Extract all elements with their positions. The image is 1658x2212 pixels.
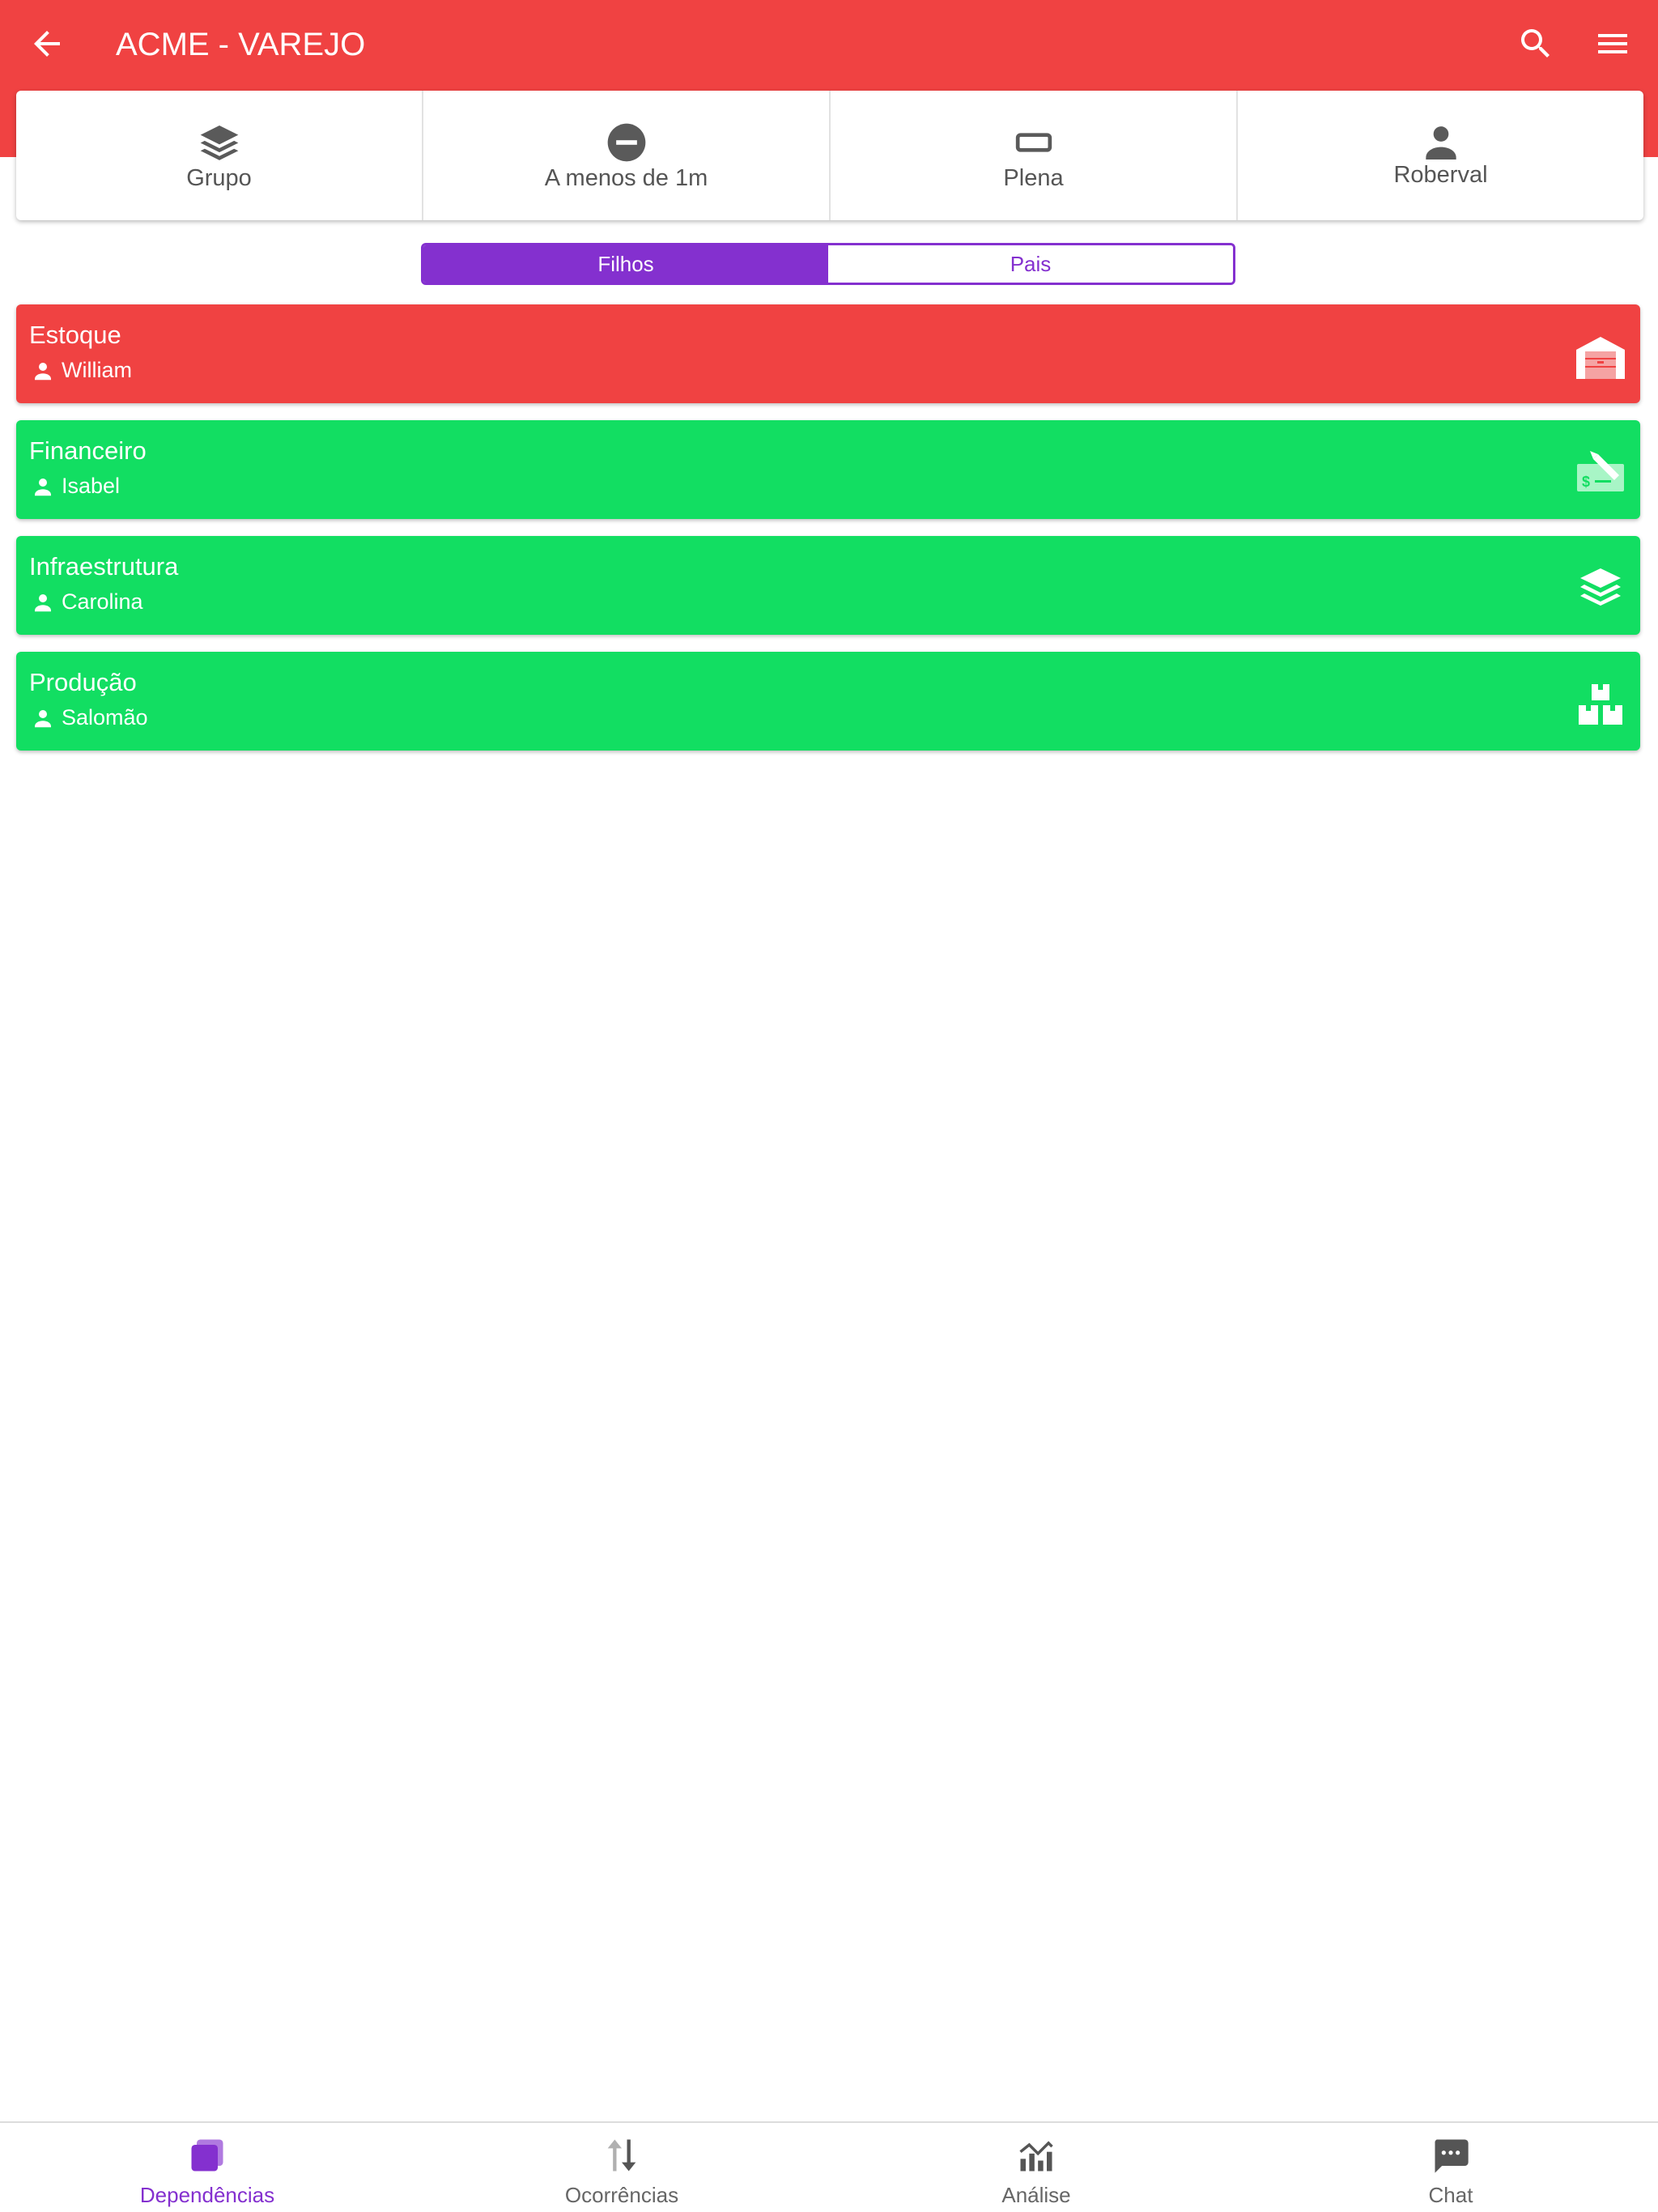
tab-filhos[interactable]: Filhos <box>423 245 828 283</box>
owner-name: Salomão <box>62 705 148 730</box>
info-card: Grupo A menos de 1m Plena Roberval <box>16 91 1643 220</box>
person-icon <box>35 709 51 727</box>
page-title: ACME - VAREJO <box>116 27 366 62</box>
layers-icon <box>200 125 238 160</box>
info-group: Grupo <box>16 91 423 220</box>
person-icon <box>35 362 51 380</box>
nav-analise[interactable]: Análise <box>829 2123 1244 2212</box>
nav-label: Chat <box>1428 2183 1473 2207</box>
sort-arrows-icon <box>607 2139 636 2172</box>
hamburger-menu-icon[interactable] <box>1593 24 1632 63</box>
dependency-card-financeiro[interactable]: Financeiro Isabel $ <box>16 420 1640 519</box>
person-icon <box>35 593 51 611</box>
info-label: Plena <box>1003 165 1064 191</box>
nav-label: Dependências <box>139 2183 275 2207</box>
nav-label: Análise <box>1001 2183 1071 2207</box>
owner-name: Isabel <box>62 474 121 498</box>
info-label: Roberval <box>1393 162 1488 188</box>
search-icon[interactable] <box>1516 24 1555 63</box>
info-owner: Roberval <box>1238 91 1643 220</box>
info-label: Grupo <box>186 165 252 191</box>
nav-ocorrencias[interactable]: Ocorrências <box>414 2123 829 2212</box>
svg-text:$: $ <box>1582 474 1590 490</box>
dependency-name: Financeiro <box>29 436 147 465</box>
bottom-navigation: Dependências Ocorrências Análise Chat <box>0 2121 1658 2212</box>
dependency-name: Estoque <box>29 321 121 349</box>
person-icon <box>35 478 51 496</box>
dependency-owner: Isabel <box>31 474 120 499</box>
minus-circle-icon <box>607 123 645 162</box>
layers-icon <box>1580 568 1621 606</box>
nav-label: Ocorrências <box>564 2183 679 2207</box>
dependency-owner: William <box>31 358 132 383</box>
person-icon <box>1425 126 1456 160</box>
info-level: Plena <box>831 91 1238 220</box>
rectangle-outline-icon <box>1015 133 1052 152</box>
segmented-control: Filhos Pais <box>421 243 1235 285</box>
info-label: A menos de 1m <box>544 165 708 191</box>
money-check-edit-icon: $ <box>1577 451 1624 491</box>
dependency-card-infraestrutura[interactable]: Infraestrutura Carolina <box>16 536 1640 635</box>
boxes-icon <box>1579 684 1622 725</box>
owner-name: William <box>62 358 132 382</box>
dependency-owner: Carolina <box>31 589 143 615</box>
dependency-name: Infraestrutura <box>29 552 179 581</box>
chat-icon <box>1435 2139 1469 2173</box>
info-time: A menos de 1m <box>423 91 831 220</box>
dependency-owner: Salomão <box>31 705 148 730</box>
nav-chat[interactable]: Chat <box>1244 2123 1658 2212</box>
arrow-left-icon[interactable] <box>28 24 66 63</box>
tab-pais[interactable]: Pais <box>828 245 1233 283</box>
nav-dependencias[interactable]: Dependências <box>0 2123 414 2212</box>
chart-icon <box>1019 2141 1053 2172</box>
dependencies-icon <box>191 2139 223 2172</box>
warehouse-icon <box>1576 337 1625 379</box>
dependency-card-producao[interactable]: Produção Salomão <box>16 652 1640 751</box>
dependency-name: Produção <box>29 668 137 696</box>
dependency-card-estoque[interactable]: Estoque William <box>16 304 1640 403</box>
owner-name: Carolina <box>62 589 143 614</box>
